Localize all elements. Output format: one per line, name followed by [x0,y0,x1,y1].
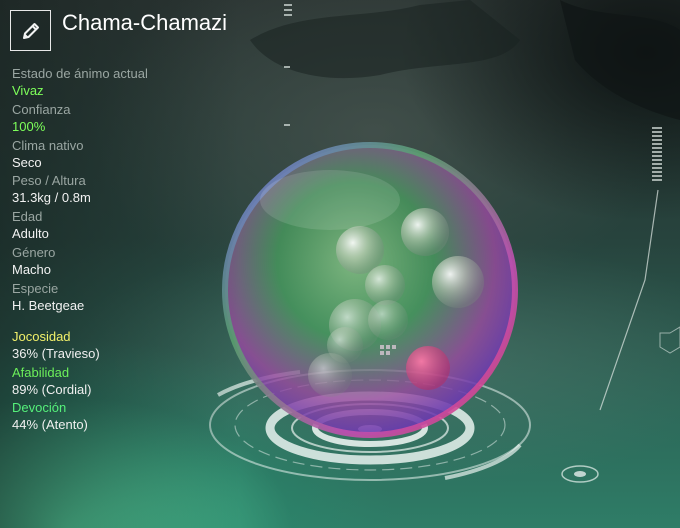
edit-name-button[interactable] [10,10,51,51]
stat-value: Macho [12,261,52,277]
trait-label: Jocosidad [12,329,71,344]
rock-shape [250,0,520,79]
stat-label: Confianza [12,101,71,117]
trait-devotion: Devoción 44% (Atento) [12,400,100,436]
stat-age: Edad Adulto [12,209,148,245]
creature-name[interactable]: Chama-Chamazi [62,10,227,36]
hud-line [599,189,659,411]
stat-value: 31.3kg / 0.8m [12,190,91,206]
stat-label: Género [12,244,56,260]
trait-value: 44% (Atento) [12,417,88,433]
stat-trust: Confianza 100% [12,102,148,138]
stats-list: Estado de ánimo actual Vivaz Confianza 1… [12,66,148,317]
trait-label: Afabilidad [12,364,70,380]
stat-gender: Género Macho [12,245,148,281]
stat-value: H. Beetgeae [12,297,85,313]
trait-value: 89% (Cordial) [12,381,92,397]
stat-value: Adulto [12,226,49,242]
trait-label: Devoción [12,400,67,416]
trait-friendliness: Afabilidad 89% (Cordial) [12,365,100,401]
stat-species: Especie H. Beetgeae [12,281,148,317]
personality-traits: Jocosidad 36% (Travieso) Afabilidad 89% … [12,329,100,436]
stat-value: Vivaz [12,83,44,98]
rock-shape [560,0,680,120]
pencil-icon [22,22,39,39]
stat-climate: Clima nativo Seco [12,138,148,174]
trait-value: 36% (Travieso) [12,346,100,361]
stat-label: Edad [12,209,43,225]
stat-label: Especie [12,280,59,296]
stat-weight-height: Peso / Altura 31.3kg / 0.8m [12,173,148,209]
stat-label: Estado de ánimo actual [12,66,148,81]
stat-label: Peso / Altura [12,173,86,189]
creature-orb [222,142,518,438]
hex-icon [659,326,680,354]
stat-label: Clima nativo [12,137,84,153]
stat-mood: Estado de ánimo actual Vivaz [12,66,148,102]
trait-playfulness: Jocosidad 36% (Travieso) [12,329,100,365]
stat-value: 100% [12,118,46,134]
stat-value: Seco [12,154,42,170]
